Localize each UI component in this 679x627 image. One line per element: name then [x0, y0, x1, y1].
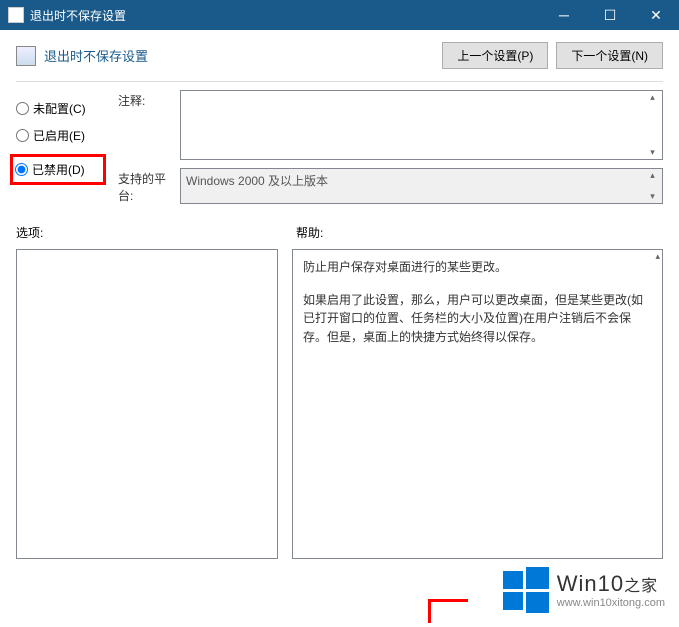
window-title: 退出时不保存设置 [30, 7, 541, 24]
help-paragraph-2: 如果启用了此设置，那么，用户可以更改桌面，但是某些更改(如已打开窗口的位置、任务… [303, 291, 652, 347]
header-row: 退出时不保存设置 上一个设置(P) 下一个设置(N) [0, 30, 679, 77]
policy-title: 退出时不保存设置 [44, 46, 442, 65]
highlight-fragment [428, 599, 468, 623]
scroll-up-icon[interactable]: ▴ [645, 92, 660, 103]
watermark-text: Win10之家 www.win10xitong.com [557, 571, 665, 609]
titlebar: 退出时不保存设置 ─ ☐ ✕ [0, 0, 679, 30]
comment-label: 注释: [118, 90, 180, 160]
options-label: 选项: [16, 224, 296, 241]
comment-row: 注释: ▴ ▾ [118, 90, 663, 160]
radio-column: 未配置(C) 已启用(E) 已禁用(D) [16, 90, 106, 191]
platform-label: 支持的平台: [118, 168, 180, 204]
radio-enabled-input[interactable] [16, 129, 29, 142]
panels-row: ▴ 防止用户保存对桌面进行的某些更改。 如果启用了此设置，那么，用户可以更改桌面… [0, 245, 679, 567]
watermark-brand: Win10之家 [557, 571, 665, 597]
radio-not-configured-input[interactable] [16, 102, 29, 115]
radio-disabled-input[interactable] [15, 163, 28, 176]
radio-disabled-label: 已禁用(D) [32, 161, 85, 178]
prev-setting-button[interactable]: 上一个设置(P) [442, 42, 548, 69]
nav-buttons: 上一个设置(P) 下一个设置(N) [442, 42, 663, 69]
platform-row: 支持的平台: Windows 2000 及以上版本 ▴ ▾ [118, 168, 663, 204]
fields-column: 注释: ▴ ▾ 支持的平台: Windows 2000 及以上版本 ▴ ▾ [118, 90, 663, 212]
help-paragraph-1: 防止用户保存对桌面进行的某些更改。 [303, 258, 652, 277]
app-icon [8, 7, 24, 23]
policy-icon [16, 46, 36, 66]
platform-value: Windows 2000 及以上版本 [186, 174, 328, 188]
watermark: Win10之家 www.win10xitong.com [503, 567, 665, 613]
scroll-down-icon[interactable]: ▾ [645, 191, 660, 202]
main-row: 未配置(C) 已启用(E) 已禁用(D) 注释: ▴ ▾ [0, 90, 679, 212]
scroll-down-icon[interactable]: ▾ [645, 147, 660, 158]
content-area: 退出时不保存设置 上一个设置(P) 下一个设置(N) 未配置(C) 已启用(E)… [0, 30, 679, 567]
scroll-up-icon[interactable]: ▴ [645, 170, 660, 181]
radio-enabled[interactable]: 已启用(E) [16, 127, 106, 144]
minimize-button[interactable]: ─ [541, 0, 587, 30]
next-setting-button[interactable]: 下一个设置(N) [556, 42, 663, 69]
watermark-url: www.win10xitong.com [557, 597, 665, 609]
highlight-box: 已禁用(D) [10, 154, 106, 185]
help-label: 帮助: [296, 224, 323, 241]
close-button[interactable]: ✕ [633, 0, 679, 30]
options-panel [16, 249, 278, 559]
window-controls: ─ ☐ ✕ [541, 0, 679, 30]
watermark-brand-suffix: 之家 [624, 578, 658, 595]
radio-not-configured-label: 未配置(C) [33, 100, 86, 117]
windows-logo-icon [503, 567, 549, 613]
scroll-up-icon[interactable]: ▴ [655, 251, 660, 262]
radio-not-configured[interactable]: 未配置(C) [16, 100, 106, 117]
section-labels-row: 选项: 帮助: [0, 212, 679, 245]
divider [16, 81, 663, 82]
comment-textarea[interactable]: ▴ ▾ [180, 90, 663, 160]
watermark-brand-main: Win10 [557, 571, 624, 596]
help-panel: ▴ 防止用户保存对桌面进行的某些更改。 如果启用了此设置，那么，用户可以更改桌面… [292, 249, 663, 559]
platform-box: Windows 2000 及以上版本 ▴ ▾ [180, 168, 663, 204]
maximize-button[interactable]: ☐ [587, 0, 633, 30]
radio-enabled-label: 已启用(E) [33, 127, 85, 144]
radio-disabled[interactable]: 已禁用(D) [15, 161, 99, 178]
